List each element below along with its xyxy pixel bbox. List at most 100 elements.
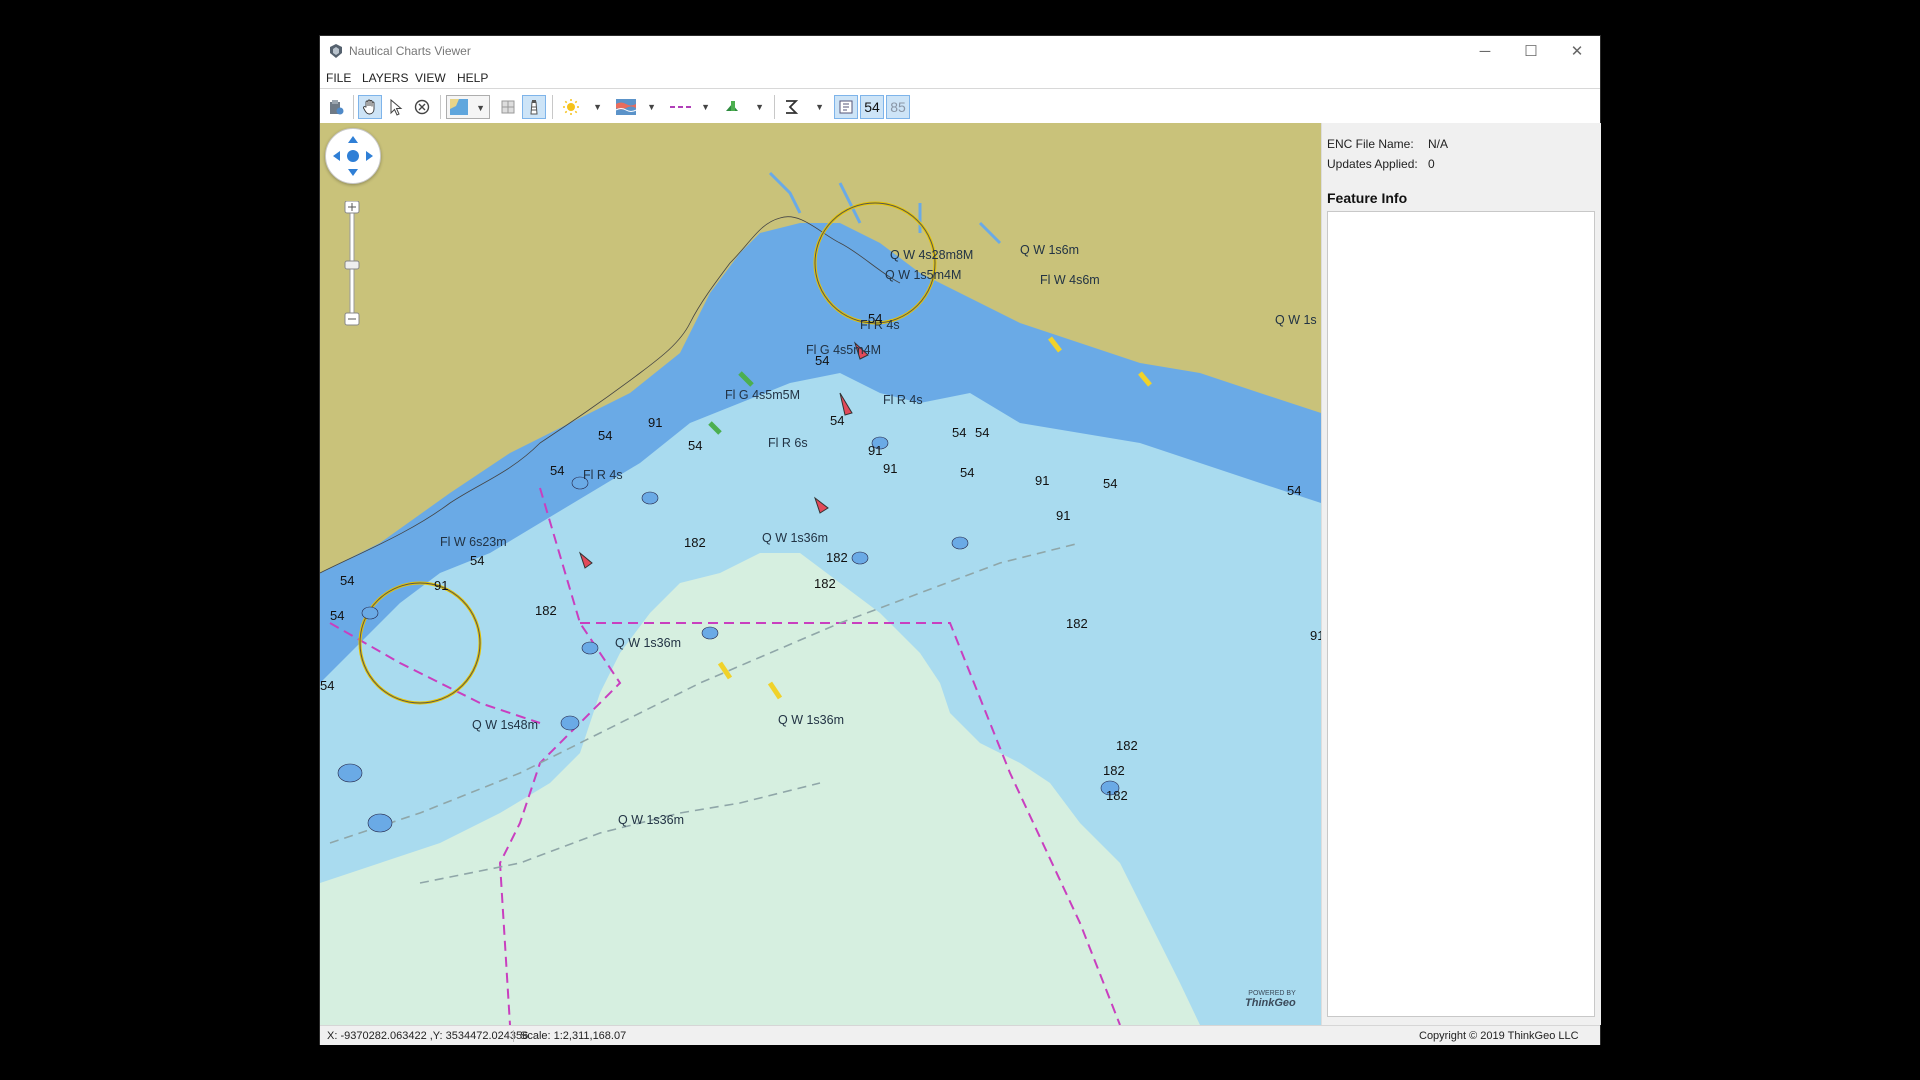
enc-file-label: ENC File Name: <box>1327 137 1414 151</box>
sounding: 54 <box>830 413 845 428</box>
updates-value: 0 <box>1428 157 1435 171</box>
sounding: 54 <box>815 353 830 368</box>
light-label: Q W 1s <box>1275 313 1317 327</box>
sounding: 182 <box>1066 616 1088 631</box>
soundings-feet-button[interactable] <box>834 95 858 119</box>
sounding: 91 <box>883 461 898 476</box>
zoom-slider[interactable] <box>343 200 361 331</box>
sounding: 182 <box>1106 788 1128 803</box>
chart-canvas <box>320 171 1321 1025</box>
base-map-dropdown[interactable]: ▼ <box>446 95 490 119</box>
watermark: POWERED BY ThinkGeo <box>1245 990 1296 1009</box>
sounding: 54 <box>868 311 883 326</box>
sounding: 182 <box>1103 763 1125 778</box>
sounding: 91 <box>868 443 883 458</box>
menu-bar: FILE LAYERS VIEW HELP <box>320 66 1600 88</box>
boundary-icon <box>501 100 515 114</box>
light-label: Q W 1s6m <box>1020 243 1080 257</box>
minimize-button[interactable]: ─ <box>1462 36 1508 66</box>
status-divider <box>513 1030 514 1042</box>
light-label: Q W 1s48m <box>472 718 538 732</box>
coordinate-readout: X: -9370282.063422 ,Y: 3534472.024356 <box>327 1030 529 1042</box>
light-label: Q W 1s5m4M <box>885 268 962 282</box>
window-title: Nautical Charts Viewer <box>349 44 471 58</box>
clear-selection-button[interactable] <box>410 95 434 119</box>
pan-control[interactable] <box>325 128 381 184</box>
clear-icon <box>414 99 430 115</box>
day-night-dropdown[interactable]: ▼ <box>558 95 606 119</box>
sounding: 54 <box>320 678 335 693</box>
measure-dropdown[interactable]: ▼ <box>780 95 828 119</box>
soundings-depth-button[interactable]: 54 <box>860 95 884 119</box>
line-style-dropdown[interactable]: ▼ <box>666 95 714 119</box>
copyright: Copyright © 2019 ThinkGeo LLC <box>1419 1030 1579 1042</box>
lighthouse-icon <box>530 100 538 115</box>
sounding: 54 <box>330 608 345 623</box>
pan-hand-icon <box>363 99 375 115</box>
soundings-alt-button[interactable]: 85 <box>886 95 910 119</box>
chevron-down-icon: ▼ <box>755 102 764 112</box>
sounding: 182 <box>826 550 848 565</box>
minimize-icon: ─ <box>1479 42 1491 60</box>
feature-info-box[interactable] <box>1327 211 1595 1017</box>
side-panel: ENC File Name: N/A Updates Applied: 0 Fe… <box>1321 123 1601 1025</box>
pan-arrows-icon <box>333 136 373 176</box>
chevron-down-icon: ▼ <box>476 103 485 113</box>
sounding: 91 <box>1310 628 1321 643</box>
maximize-button[interactable]: ☐ <box>1508 36 1554 66</box>
select-tool-button[interactable] <box>384 95 408 119</box>
line-style-icon <box>670 106 692 108</box>
close-button[interactable]: ✕ <box>1554 36 1600 66</box>
sounding: 54 <box>340 573 355 588</box>
open-chart-button[interactable] <box>324 95 348 119</box>
measure-icon <box>786 100 799 114</box>
menu-help[interactable]: HELP <box>457 71 488 85</box>
open-chart-icon <box>330 100 344 115</box>
light-label: Fl R 4s <box>583 468 623 482</box>
light-label: Q W 1s36m <box>762 531 828 545</box>
boundary-button[interactable] <box>496 95 520 119</box>
app-icon <box>330 44 342 58</box>
pan-tool-button[interactable] <box>358 95 382 119</box>
updates-label: Updates Applied: <box>1327 157 1418 171</box>
color-scheme-dropdown[interactable]: ▼ <box>612 95 660 119</box>
chevron-down-icon: ▼ <box>647 102 656 112</box>
sounding: 54 <box>1287 483 1302 498</box>
sounding: 54 <box>1103 476 1118 491</box>
feature-info-title: Feature Info <box>1327 190 1408 206</box>
chevron-down-icon: ▼ <box>593 102 602 112</box>
chevron-down-icon: ▼ <box>815 102 824 112</box>
light-label: Q W 4s28m8M <box>890 248 974 262</box>
scale-readout: Scale: 1:2,311,168.07 <box>520 1030 627 1042</box>
symbol-icon <box>726 101 738 111</box>
maximize-icon: ☐ <box>1524 43 1538 60</box>
light-label: Q W 1s36m <box>778 713 844 727</box>
symbol-dropdown[interactable]: ▼ <box>720 95 768 119</box>
light-label: Fl G 4s5m5M <box>725 388 801 402</box>
sounding: 182 <box>684 535 706 550</box>
select-arrow-icon <box>390 98 403 116</box>
light-label: Fl W 6s23m <box>440 535 507 549</box>
base-map-icon <box>450 99 468 115</box>
menu-file[interactable]: FILE <box>326 71 351 85</box>
zoom-bar-icon <box>344 200 360 326</box>
title-bar[interactable]: Nautical Charts Viewer ─ ☐ ✕ <box>320 36 1600 66</box>
sounding: 54 <box>688 438 703 453</box>
watermark-top: POWERED BY <box>1248 990 1296 997</box>
sounding: 54 <box>960 465 975 480</box>
sounding: 182 <box>1116 738 1138 753</box>
sounding: 54 <box>975 425 990 440</box>
watermark-logo-text: ThinkGeo <box>1245 997 1296 1009</box>
soundings-alt-icon: 85 <box>890 99 906 115</box>
menu-layers[interactable]: LAYERS <box>362 71 408 85</box>
soundings-feet-icon <box>839 100 853 114</box>
sounding: 54 <box>952 425 967 440</box>
enc-file-value: N/A <box>1428 137 1449 151</box>
toolbar: ▼ ▼ ▼ ▼ ▼ ▼ 54 85 <box>320 88 1600 124</box>
lights-button[interactable] <box>522 95 546 119</box>
map-view[interactable]: Q W 4s28m8M Q W 1s6m Q W 1s5m4M Fl W 4s6… <box>320 123 1321 1025</box>
app-window: Nautical Charts Viewer ─ ☐ ✕ FILE LAYERS… <box>320 36 1601 1045</box>
menu-view[interactable]: VIEW <box>415 71 446 85</box>
light-label: Q W 1s36m <box>615 636 681 650</box>
sounding: 91 <box>648 415 663 430</box>
